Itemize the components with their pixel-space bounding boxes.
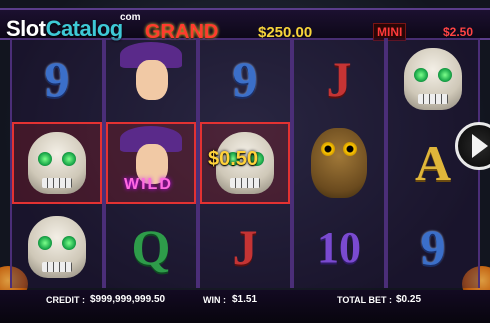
witch-wild-icon: WILD (114, 126, 188, 200)
reel-2: WILD Q (104, 38, 198, 288)
reel-3-cell-3: J (200, 206, 290, 288)
reel-4: J 10 (292, 38, 386, 288)
reel-3-cell-2: $0.50 (200, 122, 290, 204)
reel-2-cell-2: WILD (106, 122, 196, 204)
total-bet-value: $0.25 (396, 294, 422, 305)
win-label: WIN : (203, 295, 226, 305)
credit-label: CREDIT : (46, 295, 85, 305)
reel-1-cell-3 (12, 206, 102, 288)
jackpot-bar: SlotCatalog com GRAND $250.00 MINI $2.50 (0, 8, 490, 43)
status-bar: CREDIT : $999,999,999.50 WIN : $1.51 TOT… (0, 290, 490, 323)
witch-icon (114, 42, 188, 116)
reel-1: 9 (10, 38, 104, 288)
reel-1-cell-1: 9 (12, 38, 102, 120)
skull-icon (404, 48, 462, 110)
reel-5-cell-1 (388, 38, 478, 120)
symbol-nine: 9 (232, 51, 258, 107)
reel-2-cell-3: Q (106, 206, 196, 288)
symbol-jack: J (232, 219, 258, 275)
reel-4-cell-3: 10 (294, 206, 384, 288)
symbol-queen: Q (131, 219, 171, 275)
reel-4-cell-1: J (294, 38, 384, 120)
mini-jackpot-value: $2.50 (443, 25, 474, 39)
symbol-ten: 10 (317, 222, 361, 272)
play-icon (472, 134, 488, 158)
skull-icon (28, 132, 86, 194)
win-value: $1.51 (232, 294, 258, 305)
symbol-ace: A (414, 135, 452, 191)
skull-icon (28, 216, 86, 278)
reel-5-cell-3: 9 (388, 206, 478, 288)
total-bet-label: TOTAL BET : (337, 295, 392, 305)
credit-value: $999,999,999.50 (90, 294, 166, 305)
logo-com: com (120, 12, 141, 23)
reel-4-cell-2 (294, 122, 384, 204)
symbol-nine: 9 (420, 219, 446, 275)
symbol-jack: J (326, 51, 352, 107)
reel-2-cell-1 (106, 38, 196, 120)
reel-1-cell-2 (12, 122, 102, 204)
wild-label: WILD (124, 176, 173, 193)
reel-grid: 9 WILD Q 9 $0.50 J J 10 A 9 (10, 38, 480, 288)
owl-icon (311, 128, 367, 198)
symbol-nine: 9 (44, 51, 70, 107)
reel-3-cell-1: 9 (200, 38, 290, 120)
reel-3: 9 $0.50 J (198, 38, 292, 288)
skull-payout: $0.50 (208, 148, 259, 170)
